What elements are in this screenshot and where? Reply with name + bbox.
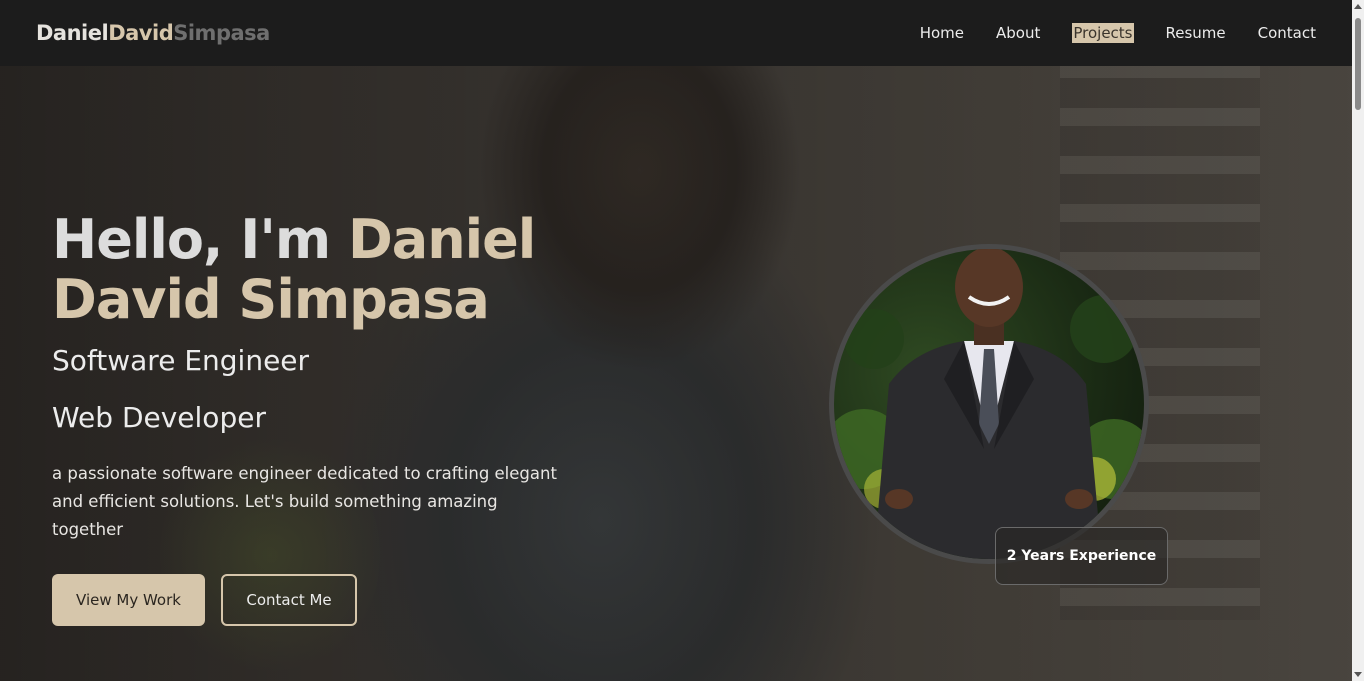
nav-link-resume[interactable]: Resume — [1166, 24, 1226, 42]
scrollbar-thumb[interactable] — [1355, 18, 1361, 110]
logo-part-first: Daniel — [36, 21, 109, 45]
profile-portrait-illustration — [834, 249, 1144, 559]
scroll-down-arrow-icon[interactable] — [1354, 672, 1362, 677]
nav-link-contact[interactable]: Contact — [1258, 24, 1316, 42]
experience-badge: 2 Years Experience — [995, 527, 1168, 585]
nav-link-about[interactable]: About — [996, 24, 1040, 42]
page-scrollbar[interactable] — [1352, 0, 1364, 681]
contact-me-button[interactable]: Contact Me — [221, 574, 357, 626]
hero-section: Hello, I'm Daniel David Simpasa Software… — [52, 210, 612, 626]
role-software-engineer: Software Engineer — [52, 344, 310, 377]
navbar: DanielDavidSimpasa Home About Projects R… — [0, 0, 1352, 66]
nav-link-home[interactable]: Home — [920, 24, 964, 42]
hero-heading: Hello, I'm Daniel David Simpasa — [52, 210, 612, 330]
scroll-up-arrow-icon[interactable] — [1354, 4, 1362, 9]
logo-part-last: Simpasa — [173, 21, 270, 45]
logo-part-middle: David — [108, 21, 174, 45]
view-my-work-button[interactable]: View My Work — [52, 574, 205, 626]
hero-buttons: View My Work Contact Me — [52, 574, 612, 626]
nav-links: Home About Projects Resume Contact — [920, 23, 1316, 43]
hero-description: a passionate software engineer dedicated… — [52, 464, 557, 539]
role-web-developer: Web Developer — [52, 401, 266, 434]
site-logo[interactable]: DanielDavidSimpasa — [36, 21, 270, 45]
nav-link-projects[interactable]: Projects — [1072, 23, 1134, 43]
hero-greeting: Hello, I'm — [52, 208, 348, 271]
profile-photo — [829, 244, 1149, 564]
